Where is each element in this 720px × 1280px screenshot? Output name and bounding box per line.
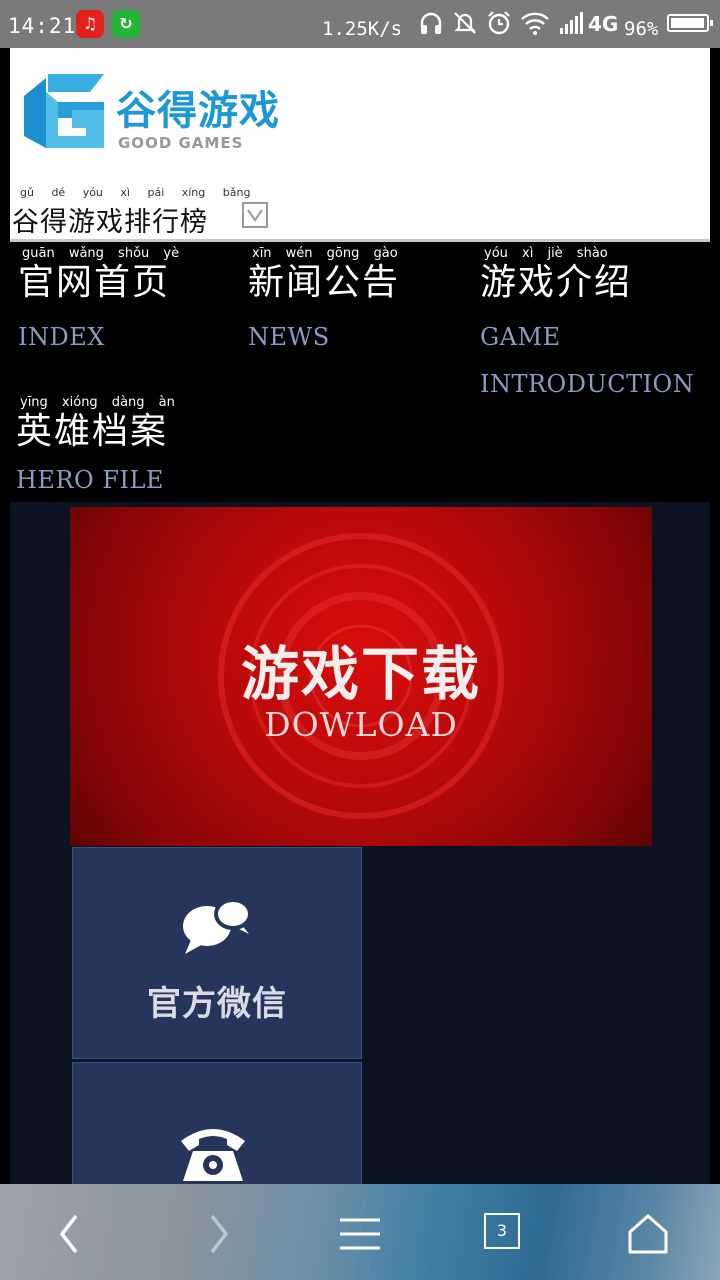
- netease-music-icon: ♫: [76, 10, 104, 38]
- nav-chinese-label: 游戏介绍: [480, 262, 633, 303]
- nav-pinyin: xīn wén gōng gào: [252, 246, 398, 261]
- nav-pinyin: guān wǎng shǒu yè: [22, 246, 180, 261]
- nav-chinese-label: 英雄档案: [16, 411, 169, 452]
- bell-off-icon: [454, 12, 476, 34]
- chevron-down-icon: [247, 209, 263, 222]
- good-games-logo-icon[interactable]: [18, 66, 114, 158]
- menu-icon[interactable]: [332, 1206, 388, 1262]
- nav-item-game-introduction[interactable]: yóu xì jiè shào 游戏介绍 GAME INTRODUCTION: [480, 246, 695, 408]
- headphones-icon: [420, 12, 442, 34]
- nav-english-label: NEWS: [248, 323, 330, 351]
- wechat-app-icon: ↻: [112, 10, 140, 38]
- alarm-icon: [488, 11, 510, 35]
- back-icon[interactable]: [42, 1206, 98, 1262]
- battery-icon: [667, 14, 713, 32]
- official-phone-button[interactable]: [72, 1062, 362, 1192]
- battery-fill: [671, 18, 704, 28]
- nav-pinyin: yóu xì jiè shào: [484, 246, 608, 261]
- status-time: 14:21: [8, 14, 77, 38]
- official-wechat-button[interactable]: 官方微信: [72, 847, 362, 1059]
- nav-chinese-label: 官网首页: [18, 262, 171, 303]
- network-speed: 1.25K/s: [322, 18, 403, 40]
- ranking-dropdown-button[interactable]: [242, 202, 268, 228]
- main-panel: 游戏下载 DOWLOAD 官方微信: [10, 502, 710, 1192]
- browser-bottom-bar: [0, 1184, 720, 1280]
- ranking-label: 谷得游戏排行榜: [12, 207, 208, 238]
- nav-item-hero-file[interactable]: yīng xióng dàng àn 英雄档案 HERO FILE: [16, 395, 175, 504]
- nav-chinese-label: 新闻公告: [248, 262, 401, 303]
- home-icon[interactable]: [620, 1206, 676, 1262]
- telephone-icon: [181, 1129, 245, 1181]
- nav-item-news[interactable]: xīn wén gōng gào 新闻公告 NEWS: [248, 246, 400, 361]
- ranking-pinyin: gǔ dé yóu xì pái xíng bǎng: [20, 186, 251, 199]
- nav-english-label: GAME INTRODUCTION: [480, 323, 695, 398]
- tabs-icon[interactable]: 3: [484, 1213, 520, 1249]
- ranking-link[interactable]: gǔ dé yóu xì pái xíng bǎng 谷得游戏排行榜: [12, 186, 250, 239]
- status-icons: [418, 10, 584, 36]
- game-download-banner[interactable]: 游戏下载 DOWLOAD: [70, 507, 652, 846]
- signal-icon: [560, 12, 583, 34]
- nav-item-index[interactable]: guān wǎng shǒu yè 官网首页 INDEX: [18, 246, 179, 361]
- battery-tip: [710, 20, 713, 26]
- network-type: 4G: [588, 12, 619, 36]
- logo-english-text: GOOD GAMES: [118, 134, 244, 152]
- forward-icon[interactable]: [190, 1206, 246, 1262]
- nav-english-label: HERO FILE: [16, 466, 164, 494]
- wifi-icon: [521, 12, 549, 35]
- download-english-label: DOWLOAD: [264, 705, 458, 744]
- site-header: 谷得游戏 GOOD GAMES gǔ dé yóu xì pái xíng bǎ…: [10, 48, 710, 242]
- chat-bubbles-icon: [183, 898, 252, 954]
- logo-chinese-text: 谷得游戏: [116, 88, 280, 134]
- battery-percent: 96%: [624, 18, 659, 40]
- download-chinese-label: 游戏下载: [240, 640, 481, 708]
- nav-pinyin: yīng xióng dàng àn: [20, 395, 175, 410]
- wechat-tile-label: 官方微信: [147, 984, 287, 1024]
- nav-english-label: INDEX: [18, 323, 105, 351]
- status-bar: 14:21 ♫ ↻ 1.25K/s 4G 96%: [0, 0, 720, 48]
